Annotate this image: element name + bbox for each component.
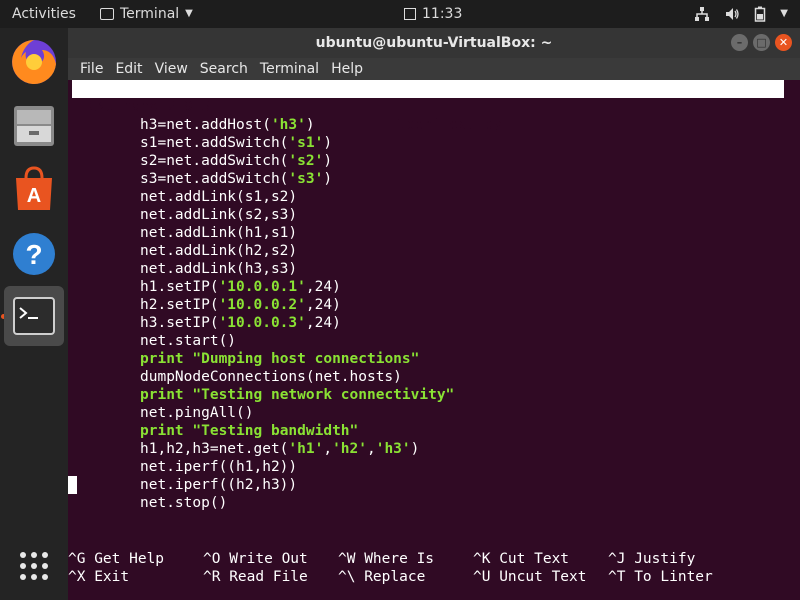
svg-text:A: A: [27, 185, 41, 207]
dock: A ?: [0, 28, 68, 600]
dock-firefox[interactable]: [4, 32, 64, 92]
text-cursor: [68, 476, 77, 494]
code-line: h3=net.addHost('h3'): [140, 117, 315, 133]
code-line: net.stop(): [140, 495, 228, 511]
shortcut-write-out[interactable]: ^O Write Out: [203, 550, 308, 568]
menu-help[interactable]: Help: [325, 58, 369, 80]
code-line: h1,h2,h3=net.get('h1','h2','h3'): [140, 441, 420, 457]
code-line: s1=net.addSwitch('s1'): [140, 135, 333, 151]
code-line: print "Testing network connectivity": [140, 387, 455, 403]
code-line: net.addLink(h3,s3): [140, 261, 298, 277]
clock[interactable]: 11:33: [404, 0, 462, 28]
nano-shortcuts: ^G Get Help ^O Write Out ^W Where Is ^K …: [68, 550, 800, 590]
code-line: net.iperf((h1,h2)): [140, 459, 298, 475]
battery-icon[interactable]: [754, 6, 766, 22]
code-line: s3=net.addSwitch('s3'): [140, 171, 333, 187]
calendar-icon: [404, 8, 416, 20]
code-line: h3.setIP('10.0.0.3',24): [140, 315, 341, 331]
code-line: h1.setIP('10.0.0.1',24): [140, 279, 341, 295]
code-line: net.addLink(s2,s3): [140, 207, 298, 223]
software-icon: A: [16, 166, 52, 210]
terminal-small-icon: [100, 8, 114, 20]
chevron-down-icon[interactable]: ▼: [780, 0, 788, 28]
code-line: net.addLink(h1,s1): [140, 225, 298, 241]
shortcut-exit[interactable]: ^X Exit: [68, 568, 129, 586]
window-title: ubuntu@ubuntu-VirtualBox: ~: [315, 35, 553, 51]
code-line: dumpNodeConnections(net.hosts): [140, 369, 402, 385]
top-bar: Activities Terminal ▼ 11:33 ▼: [0, 0, 800, 28]
shortcut-where-is[interactable]: ^W Where Is: [338, 550, 434, 568]
window-titlebar[interactable]: ubuntu@ubuntu-VirtualBox: ~ – □ ✕: [68, 28, 800, 58]
dock-software[interactable]: A: [4, 160, 64, 220]
dock-terminal[interactable]: [4, 286, 64, 346]
app-menu-label: Terminal: [120, 6, 180, 22]
dock-help[interactable]: ?: [4, 224, 64, 284]
volume-icon[interactable]: [724, 6, 740, 22]
code-line: print "Testing bandwidth": [140, 423, 359, 439]
window-controls: – □ ✕: [731, 34, 792, 51]
network-icon[interactable]: [694, 6, 710, 22]
menu-search[interactable]: Search: [194, 58, 254, 80]
menu-edit[interactable]: Edit: [109, 58, 148, 80]
code-line: s2=net.addSwitch('s2'): [140, 153, 333, 169]
code-line: net.pingAll(): [140, 405, 254, 421]
code-line: h2.setIP('10.0.0.2',24): [140, 297, 341, 313]
shortcut-cut-text[interactable]: ^K Cut Text: [473, 550, 569, 568]
minimize-button[interactable]: –: [731, 34, 748, 51]
shortcut-get-help[interactable]: ^G Get Help: [68, 550, 164, 568]
help-icon: ?: [13, 233, 55, 275]
firefox-icon: [12, 40, 56, 84]
clock-time: 11:33: [422, 6, 463, 22]
code-line: net.addLink(h2,s2): [140, 243, 298, 259]
nano-header: GNU nano 2.9.3 IperfTest.py: [72, 80, 784, 133]
shortcut-replace[interactable]: ^\ Replace: [338, 568, 425, 586]
maximize-button[interactable]: □: [753, 34, 770, 51]
nano-version: GNU nano 2.9.3: [88, 99, 211, 115]
files-icon: [14, 106, 54, 146]
code-line: net.start(): [140, 333, 237, 349]
shortcut-uncut-text[interactable]: ^U Uncut Text: [473, 568, 587, 586]
terminal-area[interactable]: GNU nano 2.9.3 IperfTest.py h3=net.addHo…: [68, 80, 800, 600]
nano-filename: IperfTest.py: [397, 117, 502, 133]
code-line: print "Dumping host connections": [140, 351, 420, 367]
terminal-icon: [13, 297, 55, 335]
menu-bar: File Edit View Search Terminal Help: [68, 58, 800, 80]
activities-button[interactable]: Activities: [12, 0, 76, 28]
show-applications-button[interactable]: [4, 536, 64, 596]
chevron-down-icon: ▼: [185, 8, 193, 19]
shortcut-to-linter[interactable]: ^T To Linter: [608, 568, 713, 586]
dock-files[interactable]: [4, 96, 64, 156]
shortcut-justify[interactable]: ^J Justify: [608, 550, 695, 568]
code-line: net.addLink(s1,s2): [140, 189, 298, 205]
svg-text:?: ?: [25, 239, 42, 270]
close-button[interactable]: ✕: [775, 34, 792, 51]
menu-file[interactable]: File: [74, 58, 109, 80]
menu-view[interactable]: View: [149, 58, 194, 80]
code-line: net.iperf((h2,h3)): [140, 477, 298, 493]
shortcut-read-file[interactable]: ^R Read File: [203, 568, 308, 586]
app-menu[interactable]: Terminal ▼: [100, 0, 193, 28]
menu-terminal[interactable]: Terminal: [254, 58, 325, 80]
system-tray[interactable]: ▼: [694, 0, 788, 28]
app-grid-icon: [20, 552, 48, 580]
